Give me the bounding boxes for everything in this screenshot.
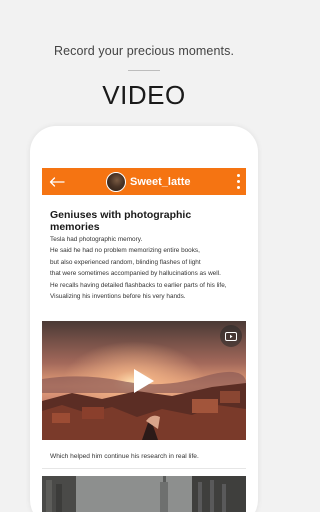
youtube-badge[interactable]: [220, 325, 242, 347]
vertical-dots-icon: [236, 174, 240, 177]
post-line: that were sometimes accompanied by hallu…: [50, 270, 221, 278]
arrow-left-icon: [49, 176, 65, 187]
youtube-icon: [225, 331, 237, 341]
video-player[interactable]: [42, 321, 246, 440]
back-button[interactable]: [48, 174, 66, 189]
page-headline: VIDEO: [102, 80, 186, 110]
separator: [42, 468, 246, 469]
post-body: Tesla had photographic memory. He said h…: [50, 234, 244, 302]
city-photo: [42, 476, 246, 512]
divider: [128, 70, 160, 71]
post-line: He said he had no problem memorizing ent…: [50, 247, 200, 255]
more-button[interactable]: [234, 174, 242, 189]
post-line: but also experienced random, blinding fl…: [50, 258, 201, 266]
next-media-thumbnail[interactable]: [42, 476, 246, 512]
post-line: He recalls having detailed flashbacks to…: [50, 281, 227, 289]
user-chip[interactable]: Sweet_latte: [106, 171, 191, 192]
post-line: Visualizing his inventions before his ve…: [50, 293, 186, 301]
tagline: Record your precious moments.: [53, 44, 235, 58]
post-line: Tesla had photographic memory.: [50, 236, 143, 243]
video-caption: Which helped him continue his research i…: [50, 453, 199, 460]
username: Sweet_latte: [130, 175, 191, 188]
avatar: [106, 171, 126, 192]
post-title: Geniuses with photographic memories: [50, 209, 192, 233]
play-icon[interactable]: [132, 368, 156, 394]
app-bar: Sweet_latte: [42, 168, 246, 195]
app-screen: Sweet_latte Geniuses with photographic m…: [42, 168, 246, 512]
